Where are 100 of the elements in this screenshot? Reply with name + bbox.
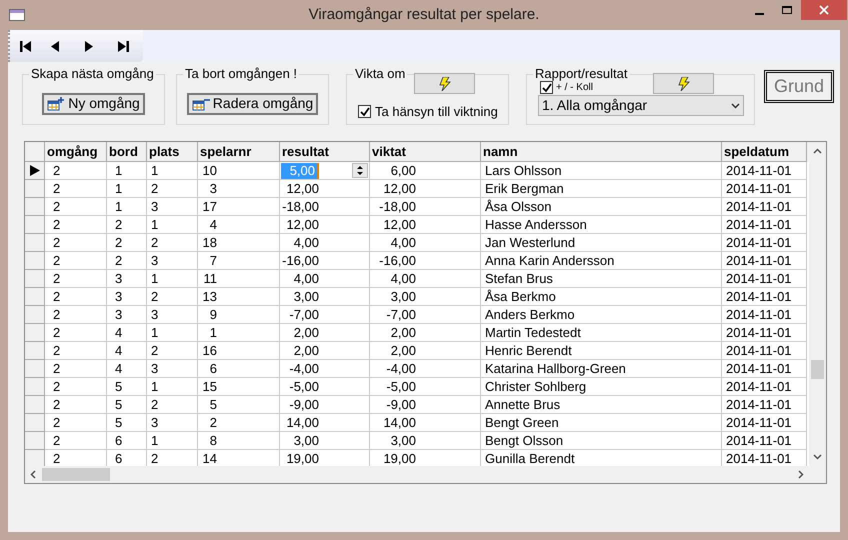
- table-cell: 1: [107, 198, 147, 216]
- column-header[interactable]: namn: [481, 142, 722, 162]
- table-cell: 2: [45, 180, 107, 198]
- scroll-left-icon[interactable]: [30, 470, 36, 479]
- vertical-scrollbar[interactable]: [809, 142, 826, 466]
- spinner[interactable]: [352, 163, 368, 178]
- table-cell: 5: [107, 396, 147, 414]
- table-cell: 2014-11-01: [722, 306, 807, 324]
- table-cell: 2: [45, 324, 107, 342]
- table-cell: 2: [45, 414, 107, 432]
- table-cell: 2014-11-01: [722, 234, 807, 252]
- table-cell: 2014-11-01: [722, 288, 807, 306]
- table-cell: 2: [45, 360, 107, 378]
- checkbox-label: + / - Koll: [556, 81, 593, 95]
- column-header[interactable]: viktat: [370, 142, 481, 162]
- table-cell: Åsa Olsson: [481, 198, 722, 216]
- column-header[interactable]: omgång: [45, 142, 107, 162]
- last-record-icon[interactable]: [117, 40, 129, 52]
- horizontal-scrollbar[interactable]: [25, 466, 826, 483]
- table-cell: 3,00: [280, 432, 370, 450]
- table-cell: 2014-11-01: [722, 432, 807, 450]
- table-cell: 2: [45, 288, 107, 306]
- table-cell: 4: [107, 360, 147, 378]
- table-cell: 2: [45, 252, 107, 270]
- table-cell: 2014-11-01: [722, 396, 807, 414]
- table-cell: 2: [107, 216, 147, 234]
- scrollbar-thumb[interactable]: [811, 360, 824, 379]
- table-cell: 1: [147, 378, 198, 396]
- table-cell: 1: [147, 216, 198, 234]
- table-cell: 3: [147, 414, 198, 432]
- table-cell: 2: [45, 396, 107, 414]
- scroll-down-icon[interactable]: [813, 454, 822, 460]
- table-cell: 10: [198, 162, 280, 180]
- checkbox[interactable]: [358, 105, 371, 118]
- reweight-button[interactable]: [414, 73, 475, 94]
- table-cell: 4: [107, 342, 147, 360]
- app-icon: [9, 9, 25, 21]
- checkbox[interactable]: [540, 81, 553, 94]
- chevron-down-icon: [731, 102, 740, 108]
- table-cell: 2: [147, 234, 198, 252]
- table-cell: Martin Tedestedt: [481, 324, 722, 342]
- scroll-up-icon[interactable]: [813, 148, 822, 154]
- table-cell: Annette Brus: [481, 396, 722, 414]
- table-cell: 4,00: [280, 270, 370, 288]
- table-cell: 1: [147, 324, 198, 342]
- previous-record-icon[interactable]: [51, 40, 59, 52]
- first-record-icon[interactable]: [20, 40, 32, 52]
- table-cell: 2: [45, 234, 107, 252]
- next-record-icon[interactable]: [85, 40, 93, 52]
- table-cell: 2: [45, 216, 107, 234]
- table-cell: Henric Berendt: [481, 342, 722, 360]
- table-cell: 2,00: [370, 324, 481, 342]
- report-select[interactable]: 1. Alla omgångar: [538, 95, 744, 116]
- table-cell: 2: [147, 180, 198, 198]
- table-cell: 2: [45, 306, 107, 324]
- close-button[interactable]: [801, 0, 847, 20]
- new-round-button[interactable]: Ny omgång: [42, 92, 145, 114]
- table-cell: 2: [45, 198, 107, 216]
- table-cell: 16: [198, 342, 280, 360]
- table-cell: 11: [198, 270, 280, 288]
- table-cell: -5,00: [370, 378, 481, 396]
- table-cell: 3: [107, 306, 147, 324]
- table-cell: -9,00: [370, 396, 481, 414]
- table-cell: 2014-11-01: [722, 378, 807, 396]
- table-cell: 2: [107, 252, 147, 270]
- current-row-icon: [30, 165, 40, 176]
- table-cell: 2014-11-01: [722, 324, 807, 342]
- table-cell: 3: [147, 252, 198, 270]
- table-cell: 2014-11-01: [722, 360, 807, 378]
- table-cell: -7,00: [370, 306, 481, 324]
- column-header[interactable]: resultat: [280, 142, 370, 162]
- table-cell: 4,00: [280, 234, 370, 252]
- table-cell: -4,00: [370, 360, 481, 378]
- table-cell: -16,00: [280, 252, 370, 270]
- lightning-icon: [678, 76, 690, 90]
- column-header[interactable]: speldatum: [722, 142, 807, 162]
- table-cell: 5: [107, 414, 147, 432]
- table-cell: 3: [107, 270, 147, 288]
- row-selector[interactable]: [25, 162, 45, 180]
- scroll-right-icon[interactable]: [798, 470, 804, 479]
- column-header[interactable]: plats: [147, 142, 198, 162]
- table-cell: 1: [147, 432, 198, 450]
- column-header[interactable]: bord: [107, 142, 147, 162]
- table-cell: Stefan Brus: [481, 270, 722, 288]
- table-cell: 12,00: [370, 180, 481, 198]
- scrollbar-thumb[interactable]: [42, 468, 110, 481]
- table-cell: 4,00: [370, 234, 481, 252]
- table-cell: 2014-11-01: [722, 414, 807, 432]
- table-cell: -18,00: [370, 198, 481, 216]
- table-cell: 3,00: [370, 288, 481, 306]
- table-cell: 6: [198, 360, 280, 378]
- delete-round-button[interactable]: Radera omgång: [186, 92, 318, 114]
- grund-button[interactable]: Grund: [764, 70, 834, 103]
- table-cell: 2: [45, 270, 107, 288]
- close-icon: [819, 5, 829, 15]
- table-cell: 14,00: [280, 414, 370, 432]
- table-cell: 3: [107, 288, 147, 306]
- report-button[interactable]: [653, 73, 714, 94]
- column-header[interactable]: spelarnr: [198, 142, 280, 162]
- checkbox-label: Ta hänsyn till viktning: [375, 103, 498, 121]
